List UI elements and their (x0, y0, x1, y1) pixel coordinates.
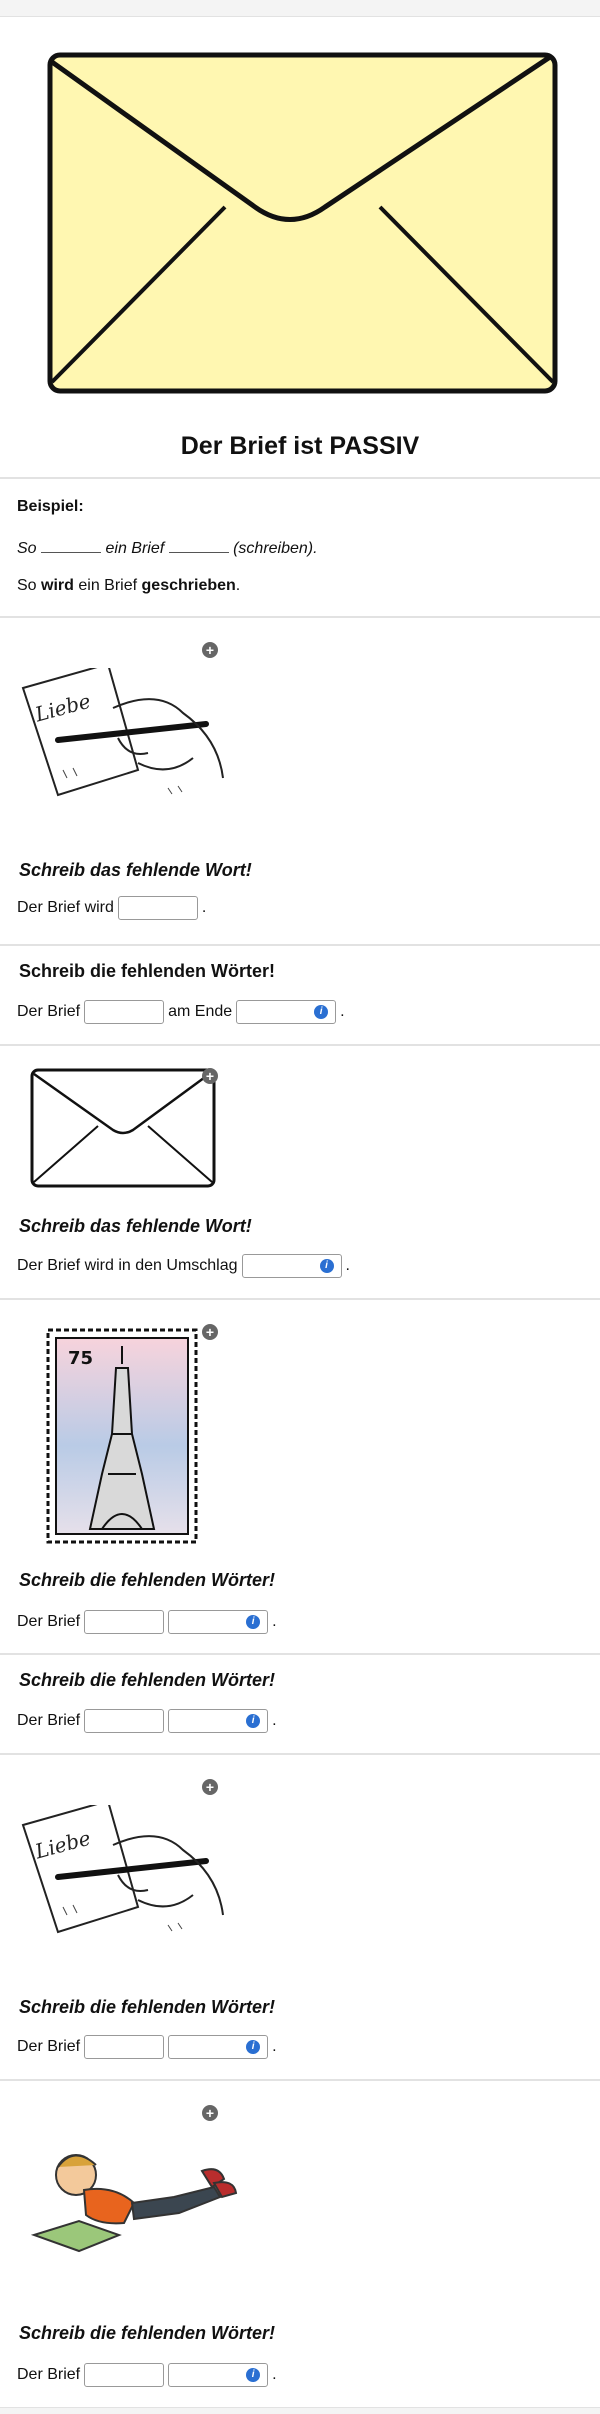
example-period: . (235, 577, 241, 594)
stamp-value: 75 (68, 1348, 93, 1369)
sentence-end: . (201, 899, 207, 916)
answer-input[interactable] (84, 1000, 165, 1024)
sentence-end: . (340, 1003, 345, 1020)
instruction-text: Schreib die fehlenden Wörter! (19, 961, 276, 981)
sentence-end: . (272, 1712, 277, 1729)
writing-hand-illustration: Liebe (21, 1805, 224, 1934)
exercise-card-3: + Schreib das fehlende Wort! Der Brief w… (0, 1045, 600, 1299)
exercise-line: Der Brief wird . (17, 896, 206, 920)
header-card: Der Brief ist PASSIV (0, 16, 600, 478)
exercise-card-2: Schreib die fehlenden Wörter! Der Brief … (0, 945, 600, 1045)
sentence-end: . (272, 1613, 277, 1630)
answer-input[interactable] (84, 1709, 165, 1733)
exercise-card-5: Schreib die fehlenden Wörter! Der Brief … (0, 1654, 600, 1754)
example-word: So (17, 540, 37, 557)
example-bold-word: wird (41, 577, 74, 594)
sentence-end: . (272, 2366, 277, 2383)
answer-input-with-info[interactable] (168, 2363, 269, 2387)
answer-input[interactable] (84, 2363, 165, 2387)
instruction-text: Schreib das fehlende Wort! (19, 860, 252, 880)
example-word: ein Brief (105, 540, 165, 557)
add-image-icon[interactable]: + (202, 642, 218, 658)
example-word: ein Brief (78, 577, 138, 594)
example-answer: So wird ein Brief geschrieben. (17, 577, 240, 595)
answer-input-with-info[interactable] (241, 1254, 342, 1278)
exercise-line: Der Brief . (17, 2363, 277, 2387)
answer-input-with-info[interactable] (236, 1000, 337, 1024)
envelope-illustration (47, 52, 558, 394)
example-verb-hint: (schreiben). (233, 540, 318, 557)
instruction-text: Schreib die fehlenden Wörter! (19, 1570, 276, 1590)
sentence-end: . (272, 2038, 277, 2055)
exercise-line: Der Brief . (17, 1610, 277, 1634)
exercise-card-7: + Schreib die fehlenden Wörter! Der Brie… (0, 2080, 600, 2408)
sentence-start: Der Brief (17, 1613, 81, 1630)
instruction-text: Schreib die fehlenden Wörter! (19, 1670, 276, 1690)
sentence-start: Der Brief (17, 1712, 81, 1729)
example-word: So (17, 577, 37, 594)
example-gap (41, 538, 102, 553)
example-gap (168, 538, 229, 553)
add-image-icon[interactable]: + (202, 1779, 218, 1795)
envelope-outline-illustration (30, 1068, 216, 1188)
exercise-line: Der Brief am Ende . (17, 1000, 345, 1024)
instruction-text: Schreib das fehlende Wort! (19, 1216, 252, 1236)
example-bold-word: geschrieben (141, 577, 236, 594)
answer-input-with-info[interactable] (168, 2035, 269, 2059)
instruction-text: Schreib die fehlenden Wörter! (19, 2323, 276, 2343)
sentence-start: Der Brief wird (17, 899, 114, 916)
sentence-start: Der Brief (17, 1003, 81, 1020)
page-title: Der Brief ist PASSIV (180, 432, 420, 460)
answer-input-with-info[interactable] (168, 1610, 269, 1634)
sentence-start: Der Brief (17, 2366, 81, 2383)
answer-input[interactable] (117, 896, 198, 920)
exercise-card-4: 75 + Schreib die fehlenden Wörter! Der B… (0, 1299, 600, 1654)
answer-input[interactable] (84, 2035, 165, 2059)
exercise-card-1: + Liebe Schreib das fehlende Wort! Der B… (0, 617, 600, 945)
example-label: Beispiel: (17, 498, 84, 515)
answer-input[interactable] (84, 1610, 165, 1634)
sentence-middle: am Ende (168, 1003, 233, 1020)
exercise-card-6: + Liebe Schreib die fehlenden Wörter! De… (0, 1754, 600, 2080)
sentence-end: . (345, 1257, 350, 1274)
example-prompt: So ein Brief (schreiben). (17, 538, 318, 558)
exercise-line: Der Brief wird in den Umschlag . (17, 1254, 350, 1278)
answer-input-with-info[interactable] (168, 1709, 269, 1733)
sentence-start: Der Brief (17, 2038, 81, 2055)
sentence-start: Der Brief wird in den Umschlag (17, 1257, 238, 1274)
reading-child-illustration (30, 2154, 238, 2253)
exercise-line: Der Brief . (17, 1709, 277, 1733)
stamp-illustration: 75 (46, 1328, 198, 1544)
example-card: Beispiel: So ein Brief (schreiben). So w… (0, 478, 600, 617)
add-image-icon[interactable]: + (202, 2105, 218, 2121)
instruction-text: Schreib die fehlenden Wörter! (19, 1997, 276, 2017)
add-image-icon[interactable]: + (202, 1068, 218, 1084)
writing-hand-illustration: Liebe (21, 668, 224, 797)
exercise-line: Der Brief . (17, 2035, 277, 2059)
add-image-icon[interactable]: + (202, 1324, 218, 1340)
